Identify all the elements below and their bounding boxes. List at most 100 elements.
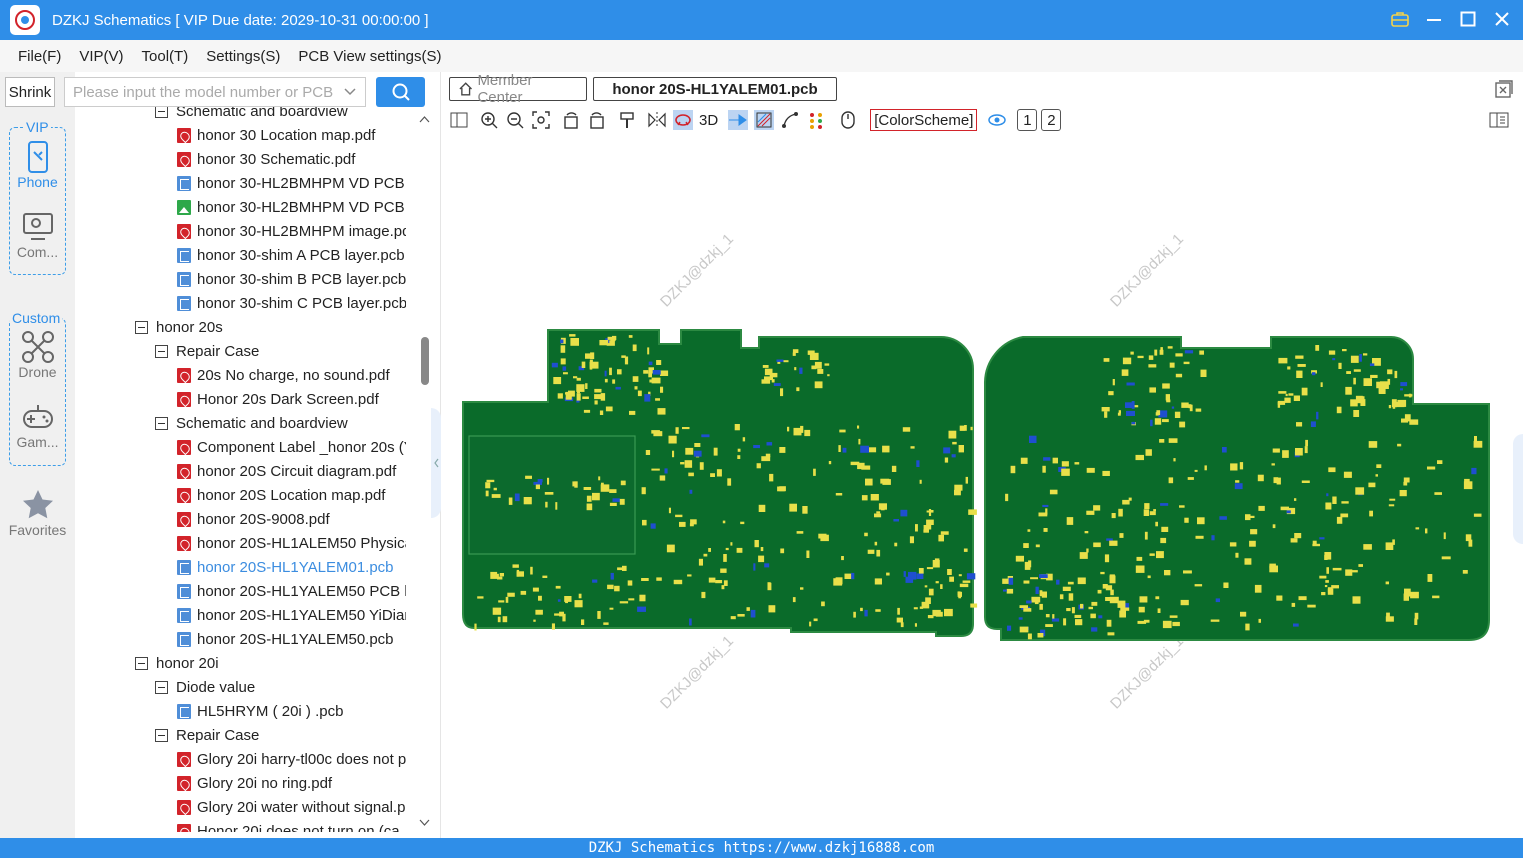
tree-file[interactable]: honor 30-shim A PCB layer.pcb [177, 243, 406, 267]
collapse-toggle-icon[interactable] [155, 344, 168, 358]
layer-1-button[interactable]: 1 [1017, 109, 1038, 131]
tree-file[interactable]: Glory 20i water without signal.p [177, 795, 406, 819]
tree-file[interactable]: Component Label _honor 20s (Y [177, 435, 406, 459]
tree-folder[interactable]: honor 20s [135, 315, 406, 339]
tree-folder[interactable]: Repair Case [155, 339, 406, 363]
collapse-toggle-icon[interactable] [155, 416, 168, 430]
rotate-right-icon[interactable] [587, 110, 607, 130]
category-game[interactable]: Gam... [10, 400, 65, 450]
fit-screen-icon[interactable] [531, 110, 551, 130]
collapse-toggle-icon[interactable] [135, 320, 148, 334]
tree-file[interactable]: honor 20S-HL1YALEM50.pcb [177, 627, 406, 651]
tree-file[interactable]: Honor 20i does not turn on (ca [177, 819, 406, 832]
layer-2-button[interactable]: 2 [1041, 109, 1062, 131]
collapse-toggle-icon[interactable] [155, 680, 168, 694]
layer-overlay-icon[interactable] [754, 110, 775, 130]
tree-file[interactable]: honor 20S-HL1ALEM50 Physica [177, 531, 406, 555]
category-phone[interactable]: Phone [10, 140, 65, 190]
menu-settings[interactable]: Settings(S) [198, 48, 288, 65]
close-all-tabs-icon[interactable] [1495, 80, 1513, 103]
pcb-pad [800, 425, 804, 433]
category-drone[interactable]: Drone [10, 330, 65, 380]
pcb-pad [1307, 604, 1316, 608]
tree-file[interactable]: honor 30-HL2BMHPM image.pdf [177, 219, 406, 243]
tree-file[interactable]: honor 20S-HL1YALEM50 YiDian [177, 603, 406, 627]
model-search-input[interactable]: Please input the model number or PCB [64, 77, 366, 107]
pcb-boards [462, 329, 1490, 641]
pcb-pad [943, 447, 951, 454]
mirror-icon[interactable] [647, 110, 667, 130]
tree-file[interactable]: honor 30 Schematic.pdf [177, 147, 406, 171]
tree-file[interactable]: Glory 20i no ring.pdf [177, 771, 406, 795]
tree-folder[interactable]: Repair Case [155, 723, 406, 747]
minimize-button[interactable] [1423, 8, 1445, 30]
collapse-toggle-icon[interactable] [155, 107, 168, 118]
tree-file[interactable]: honor 20S Circuit diagram.pdf [177, 459, 406, 483]
zoom-in-icon[interactable] [479, 110, 499, 130]
dots-icon[interactable] [806, 110, 826, 130]
tree-file[interactable]: honor 20S-HL1YALEM50 PCB la [177, 579, 406, 603]
menu-pcb-view-settings[interactable]: PCB View settings(S) [290, 48, 449, 65]
maximize-button[interactable] [1457, 8, 1479, 30]
tree-file[interactable]: honor 20S-HL1YALEM01.pcb [177, 555, 406, 579]
tree-file[interactable]: honor 30-HL2BMHPM VD PCB l [177, 171, 406, 195]
close-button[interactable] [1491, 8, 1513, 30]
pcb-file-icon [177, 559, 191, 575]
brush-icon[interactable] [617, 110, 637, 130]
trace-icon[interactable] [780, 110, 800, 130]
panel-toggle-icon[interactable] [449, 110, 469, 130]
rotate-left-icon[interactable] [561, 110, 581, 130]
tree-item-label: Schematic and boardview [176, 414, 348, 432]
pcb-pad [612, 379, 616, 384]
tree-file[interactable]: 20s No charge, no sound.pdf [177, 363, 406, 387]
menu-vip[interactable]: VIP(V) [71, 48, 131, 65]
side-panel-icon[interactable] [1489, 110, 1509, 130]
tree-file[interactable]: honor 30-shim B PCB layer.pcb [177, 267, 406, 291]
net-highlight-icon[interactable] [673, 110, 693, 130]
tree-file[interactable]: honor 30-HL2BMHPM VD PCB l [177, 195, 406, 219]
pcb-pad [1019, 605, 1028, 608]
tree-file[interactable]: Glory 20i harry-tl00c does not p [177, 747, 406, 771]
menu-tool[interactable]: Tool(T) [134, 48, 197, 65]
pcb-pad [1258, 505, 1265, 511]
category-favorites[interactable]: Favorites [9, 488, 66, 538]
pcb-pad [715, 580, 723, 584]
pcb-pad [1164, 570, 1171, 576]
pin-mode-icon[interactable] [728, 110, 749, 130]
tree-folder[interactable]: Diode value [155, 675, 406, 699]
tree-folder[interactable]: Schematic and boardview [155, 411, 406, 435]
collapse-panel-handle[interactable] [431, 408, 441, 518]
mouse-icon[interactable] [838, 110, 858, 130]
toggle-3d-button[interactable]: 3D [699, 110, 718, 130]
tree-file[interactable]: honor 30 Location map.pdf [177, 123, 406, 147]
collapse-toggle-icon[interactable] [155, 728, 168, 742]
briefcase-icon[interactable] [1389, 8, 1411, 30]
tab-member-center[interactable]: Member Center [449, 72, 587, 106]
tree-file[interactable]: Honor 20s Dark Screen.pdf [177, 387, 406, 411]
tab-pcb-file[interactable]: honor 20S-HL1YALEM01.pcb [593, 77, 837, 101]
pcb-pad [1204, 465, 1207, 471]
collapse-toggle-icon[interactable] [135, 656, 148, 670]
pcb-pad [1397, 443, 1402, 447]
shrink-button[interactable]: Shrink [5, 77, 55, 107]
tree-scrollbar[interactable] [418, 107, 431, 832]
eye-icon[interactable] [987, 110, 1007, 130]
color-scheme-button[interactable]: [ColorScheme] [870, 109, 978, 131]
pcb-canvas[interactable]: DZKJ@dzkj_1 DZKJ@dzkj_1 DZKJ@dzkj_1 DZKJ… [441, 134, 1523, 838]
tree-file[interactable]: honor 20S-9008.pdf [177, 507, 406, 531]
zoom-out-icon[interactable] [505, 110, 525, 130]
category-computer[interactable]: Com... [10, 210, 65, 260]
tree-folder[interactable]: honor 20i [135, 651, 406, 675]
right-collapse-handle[interactable] [1513, 434, 1523, 544]
tree-file[interactable]: HL5HRYM ( 20i ) .pcb [177, 699, 406, 723]
menu-file[interactable]: File(F) [10, 48, 69, 65]
chevron-down-icon[interactable] [343, 84, 357, 102]
tree-folder[interactable]: Schematic and boardview [155, 107, 406, 123]
pcb-pad [1168, 438, 1178, 443]
search-button[interactable] [376, 77, 425, 107]
pcb-pad [835, 577, 843, 585]
tree-file[interactable]: honor 30-shim C PCB layer.pcb [177, 291, 406, 315]
tree-file[interactable]: honor 20S Location map.pdf [177, 483, 406, 507]
pcb-pad [807, 350, 815, 355]
scroll-thumb[interactable] [421, 337, 429, 385]
